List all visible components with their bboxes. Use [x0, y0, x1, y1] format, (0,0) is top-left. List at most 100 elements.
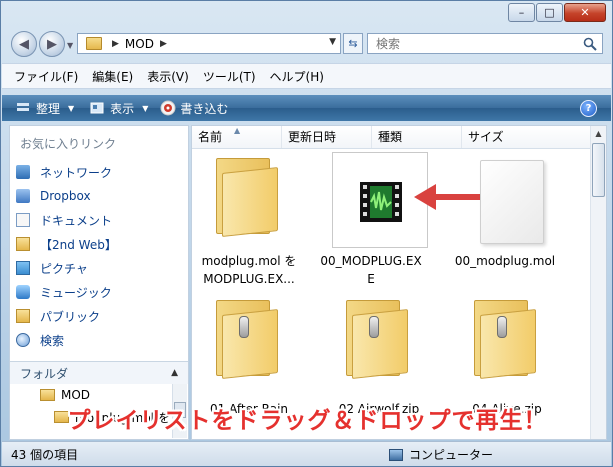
menu-view[interactable]: 表示(V)	[147, 68, 189, 85]
command-bar: 整理 ▼ 表示 ▼ 書き込む ?	[2, 95, 611, 121]
file-name: E	[367, 272, 375, 286]
folder-icon	[16, 309, 30, 323]
views-button[interactable]: 表示 ▼	[90, 100, 148, 117]
menu-edit[interactable]: 編集(E)	[92, 68, 133, 85]
favorite-network[interactable]: ネットワーク	[16, 160, 186, 184]
column-size[interactable]: サイズ	[462, 126, 592, 148]
folders-label: フォルダ	[20, 366, 69, 381]
status-location: コンピューター	[389, 446, 493, 463]
favorite-music[interactable]: ミュージック	[16, 280, 186, 304]
documents-icon	[16, 213, 30, 227]
sort-arrow-icon: ▲	[234, 126, 241, 135]
dropdown-arrow-icon: ▼	[142, 103, 149, 113]
recent-pages-dropdown[interactable]: ▼	[67, 41, 73, 50]
favorite-2nd-web[interactable]: 【2nd Web】	[16, 232, 186, 256]
favorite-label: ドキュメント	[40, 213, 113, 228]
breadcrumb-arrow-icon[interactable]: ▶	[112, 39, 119, 49]
folder-icon	[16, 237, 30, 251]
address-bar[interactable]: ▶ MOD ▶ ▼	[77, 33, 341, 54]
network-icon	[16, 165, 30, 179]
favorite-public[interactable]: パブリック	[16, 304, 186, 328]
burn-disc-icon	[160, 100, 176, 116]
menu-help[interactable]: ヘルプ(H)	[270, 68, 324, 85]
maximize-button[interactable]: □	[536, 3, 563, 22]
file-list-scrollbar[interactable]: ▲	[590, 126, 606, 439]
back-arrow-icon: ◀	[19, 36, 29, 52]
file-item[interactable]: 01 After Rain	[192, 298, 306, 418]
pictures-icon	[16, 261, 30, 275]
favorite-pictures[interactable]: ピクチャ	[16, 256, 186, 280]
menu-bar: ファイル(F) 編集(E) 表示(V) ツール(T) ヘルプ(H)	[2, 63, 611, 89]
file-name: 00_modplug.mol	[454, 254, 556, 268]
collapse-icon: ▲	[171, 368, 178, 378]
favorite-label: 検索	[40, 333, 65, 348]
menu-tools[interactable]: ツール(T)	[203, 68, 256, 85]
zip-folder-icon	[216, 300, 278, 379]
favorite-label: ピクチャ	[40, 261, 88, 276]
menu-file[interactable]: ファイル(F)	[14, 68, 78, 85]
music-icon	[16, 285, 30, 299]
file-item[interactable]: modplug.mol を MODPLUG.EX...	[192, 152, 306, 292]
item-count: 43 個の項目	[11, 447, 79, 462]
file-name: MODPLUG.EX...	[203, 272, 295, 286]
favorite-label: Dropbox	[40, 189, 91, 203]
annotation-caption: プレイリストをドラッグ＆ドロップで再生！	[67, 408, 548, 434]
file-name: modplug.mol を	[201, 254, 297, 268]
folder-icon	[86, 37, 102, 50]
favorite-label: 【2nd Web】	[40, 237, 117, 252]
favorites-header: お気に入りリンク	[20, 137, 117, 151]
blank-file-icon	[480, 160, 544, 244]
refresh-icon: ⇆	[348, 37, 358, 50]
caption-buttons: – □ ✕	[507, 3, 606, 22]
file-list-pane: ▲ 名前 更新日時 種類 サイズ ▲ modplug.mol を MODPLUG…	[191, 125, 607, 440]
file-name: 00_MODPLUG.EX	[320, 254, 422, 268]
folders-header[interactable]: フォルダ ▲	[10, 361, 188, 384]
favorite-label: パブリック	[40, 309, 101, 324]
minimize-button[interactable]: –	[508, 3, 535, 22]
zip-folder-icon	[346, 300, 408, 379]
magnifier-icon[interactable]	[583, 37, 597, 51]
column-label: 更新日時	[288, 130, 337, 144]
search-input[interactable]	[374, 35, 578, 52]
scroll-up-icon[interactable]: ▲	[591, 126, 606, 141]
favorite-label: ネットワーク	[40, 165, 113, 180]
organize-icon	[17, 103, 29, 111]
file-item[interactable]: 00_modplug.mol	[448, 152, 562, 292]
breadcrumb-mod[interactable]: MOD	[125, 37, 154, 51]
breadcrumb-arrow-icon[interactable]: ▶	[160, 39, 167, 49]
file-item[interactable]: 02 Airwolf.zip	[322, 298, 436, 418]
column-type[interactable]: 種類	[372, 126, 462, 148]
film-strip-icon	[360, 182, 402, 222]
views-icon	[90, 102, 104, 114]
zip-folder-icon	[474, 300, 536, 379]
column-label: 種類	[378, 130, 403, 144]
scrollbar-thumb[interactable]	[592, 143, 605, 197]
burn-button[interactable]: 書き込む	[160, 100, 228, 117]
forward-button[interactable]: ▶	[39, 31, 65, 57]
search-icon	[16, 333, 30, 347]
computer-icon	[389, 448, 403, 461]
status-location-label: コンピューター	[409, 448, 494, 462]
organize-button[interactable]: 整理 ▼	[16, 100, 74, 117]
search-box	[367, 33, 603, 54]
favorite-documents[interactable]: ドキュメント	[16, 208, 186, 232]
column-name[interactable]: ▲ 名前	[192, 126, 282, 148]
address-dropdown-icon[interactable]: ▼	[329, 37, 336, 47]
back-button[interactable]: ◀	[11, 31, 37, 57]
status-bar: 43 個の項目 コンピューター	[2, 441, 611, 466]
favorite-label: ミュージック	[40, 285, 112, 300]
close-button[interactable]: ✕	[564, 3, 606, 22]
refresh-button[interactable]: ⇆	[343, 33, 363, 54]
help-button[interactable]: ?	[580, 100, 597, 117]
favorite-search[interactable]: 検索	[16, 328, 186, 352]
forward-arrow-icon: ▶	[47, 36, 57, 52]
column-modified[interactable]: 更新日時	[282, 126, 372, 148]
explorer-window: – □ ✕ ◀ ▶ ▼ ▶ MOD ▶ ▼ ⇆ ファイル(F)	[0, 0, 613, 467]
file-item[interactable]: 00_MODPLUG.EX E	[314, 152, 500, 292]
file-item[interactable]: 04 Alive.zip	[450, 298, 564, 418]
organize-label: 整理	[36, 101, 61, 116]
favorite-links: ネットワーク Dropbox ドキュメント 【2nd Web】 ピクチャ ミュー…	[16, 160, 186, 352]
folder-icon	[216, 158, 278, 237]
favorite-dropbox[interactable]: Dropbox	[16, 184, 186, 208]
column-label: サイズ	[468, 130, 504, 144]
